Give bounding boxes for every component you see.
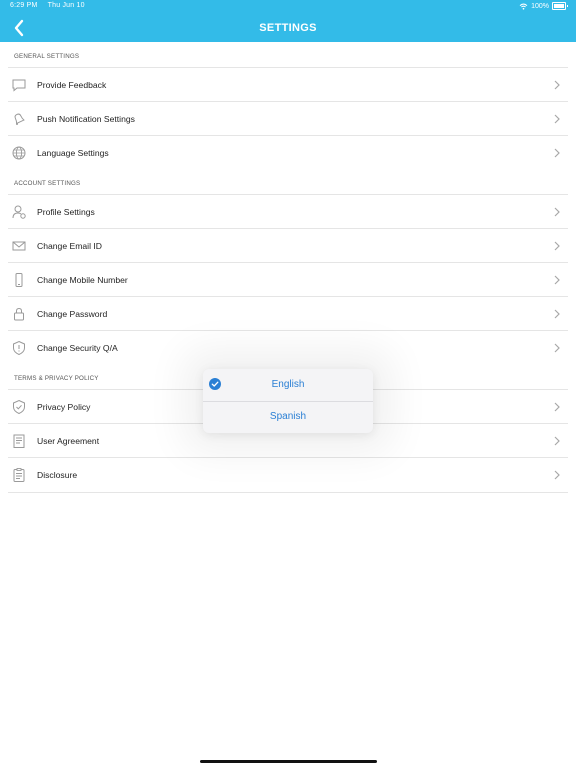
status-time: 6:29 PM <box>10 2 38 9</box>
feedback-icon <box>9 75 29 95</box>
settings-item-label: Change Password <box>37 309 108 319</box>
settings-item-label: Profile Settings <box>37 207 95 217</box>
section-header-general: GENERAL SETTINGS <box>14 53 80 60</box>
battery-icon <box>552 2 568 10</box>
section-header-account: ACCOUNT SETTINGS <box>14 180 81 187</box>
settings-item-label: Disclosure <box>37 470 78 480</box>
document-icon <box>9 431 29 451</box>
settings-item-disclosure[interactable]: Disclosure <box>8 457 568 493</box>
settings-item-label: Change Security Q/A <box>37 343 118 353</box>
settings-item-label: Privacy Policy <box>37 402 91 412</box>
page-title: SETTINGS <box>259 22 317 34</box>
settings-item-push-notification[interactable]: Push Notification Settings <box>8 101 568 136</box>
clipboard-icon <box>9 465 29 485</box>
settings-item-change-mobile[interactable]: Change Mobile Number <box>8 262 568 297</box>
chevron-right-icon <box>554 436 560 446</box>
battery-percent: 100% <box>531 2 549 10</box>
bell-icon <box>9 109 29 129</box>
settings-item-label: Language Settings <box>37 148 109 158</box>
chevron-right-icon <box>554 343 560 353</box>
language-option-english[interactable]: English <box>203 369 373 401</box>
settings-item-change-security-qa[interactable]: Change Security Q/A <box>8 330 568 365</box>
status-bar-right: 100% <box>519 2 568 10</box>
language-option-label: Spanish <box>269 411 307 422</box>
chevron-right-icon <box>554 114 560 124</box>
mail-icon <box>9 236 29 256</box>
language-option-spanish[interactable]: Spanish <box>203 402 373 434</box>
settings-item-provide-feedback[interactable]: Provide Feedback <box>8 67 568 102</box>
navigation-bar: 6:29 PM Thu Jun 10 100% SETTINGS <box>0 0 576 42</box>
status-date: Thu Jun 10 <box>47 2 85 9</box>
settings-item-change-password[interactable]: Change Password <box>8 296 568 331</box>
chevron-right-icon <box>554 148 560 158</box>
globe-icon <box>9 143 29 163</box>
settings-item-label: Provide Feedback <box>37 80 107 90</box>
shield-icon <box>9 338 29 358</box>
settings-item-profile[interactable]: Profile Settings <box>8 194 568 229</box>
language-picker-popup: English Spanish <box>203 369 373 433</box>
lock-icon <box>9 304 29 324</box>
chevron-right-icon <box>554 470 560 480</box>
chevron-right-icon <box>554 275 560 285</box>
settings-item-label: Push Notification Settings <box>37 114 135 124</box>
home-indicator <box>200 760 377 763</box>
shield-check-icon <box>9 397 29 417</box>
language-option-label: English <box>271 379 305 390</box>
chevron-right-icon <box>554 402 560 412</box>
chevron-right-icon <box>554 241 560 251</box>
chevron-right-icon <box>554 207 560 217</box>
phone-icon <box>9 270 29 290</box>
chevron-right-icon <box>554 80 560 90</box>
settings-item-label: Change Mobile Number <box>37 275 128 285</box>
settings-item-label: Change Email ID <box>37 241 102 251</box>
settings-item-label: User Agreement <box>37 436 100 446</box>
profile-icon <box>9 202 29 222</box>
wifi-icon <box>519 3 528 10</box>
status-bar-left: 6:29 PM Thu Jun 10 <box>10 2 85 9</box>
section-header-terms: TERMS & PRIVACY POLICY <box>14 375 99 382</box>
chevron-right-icon <box>554 309 560 319</box>
settings-item-language[interactable]: Language Settings <box>8 135 568 170</box>
settings-item-change-email[interactable]: Change Email ID <box>8 228 568 263</box>
